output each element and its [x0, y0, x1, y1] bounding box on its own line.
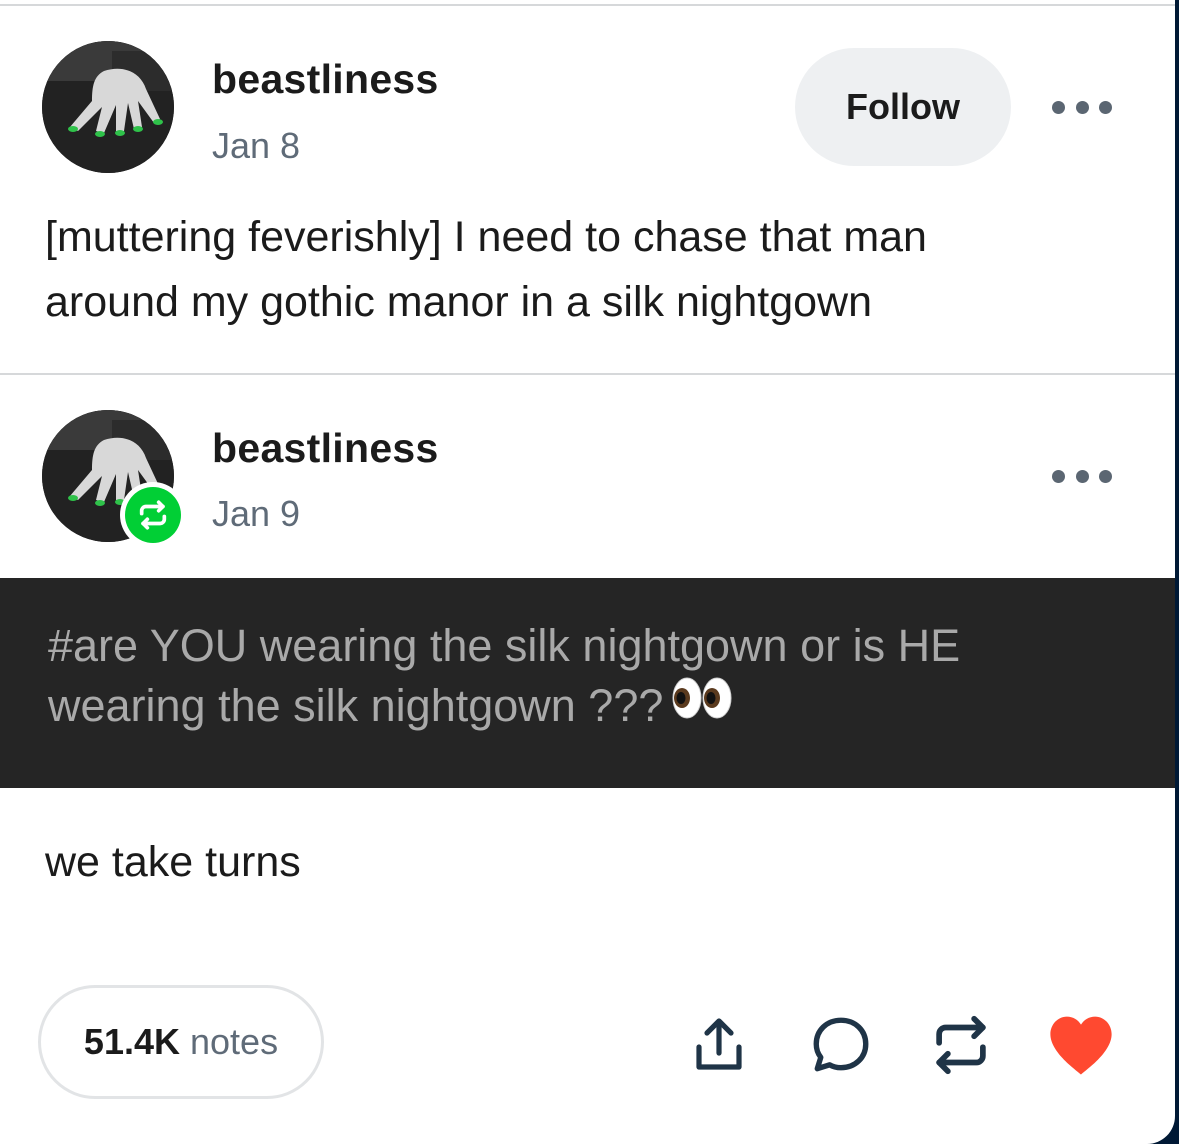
hand-avatar-image: [42, 41, 174, 173]
tag-line-text: wearing the silk nightgown ???: [48, 680, 664, 731]
like-icon[interactable]: [1046, 1010, 1116, 1080]
post-text-line: around my gothic manor in a silk nightgo…: [45, 278, 872, 326]
post-body: [muttering feverishly] I need to chase t…: [45, 205, 1145, 335]
post-date: Jan 9: [212, 493, 301, 534]
tags-text: #are YOU wearing the silk nightgown or i…: [48, 616, 1148, 739]
reblog-badge: [120, 482, 186, 548]
notes-label: notes: [190, 1021, 279, 1062]
notes-count: 51.4K: [83, 1021, 180, 1062]
reply-icon[interactable]: [806, 1010, 876, 1080]
blog-name[interactable]: beastliness: [212, 56, 439, 103]
more-options-icon[interactable]: [1052, 97, 1112, 117]
divider: [0, 4, 1175, 6]
reblog-comment: we take turns: [45, 838, 301, 886]
eyes-emoji-icon: [671, 675, 733, 735]
share-icon[interactable]: [684, 1010, 754, 1080]
reblog-badge-icon: [125, 487, 181, 543]
divider: [0, 373, 1175, 375]
post-date: Jan 8: [212, 125, 301, 166]
notes-button[interactable]: 51.4K notes: [38, 985, 324, 1099]
follow-button[interactable]: Follow: [795, 48, 1011, 166]
tag-line: wearing the silk nightgown ???: [48, 676, 1148, 739]
blog-name[interactable]: beastliness: [212, 425, 439, 472]
reblog-icon[interactable]: [926, 1010, 996, 1080]
post-card: beastliness Jan 8 Follow [muttering feve…: [0, 0, 1175, 1144]
avatar[interactable]: [42, 41, 174, 173]
post-text-line: [muttering feverishly] I need to chase t…: [45, 213, 927, 261]
more-options-icon[interactable]: [1052, 466, 1112, 486]
tag-line: #are YOU wearing the silk nightgown or i…: [48, 620, 961, 671]
